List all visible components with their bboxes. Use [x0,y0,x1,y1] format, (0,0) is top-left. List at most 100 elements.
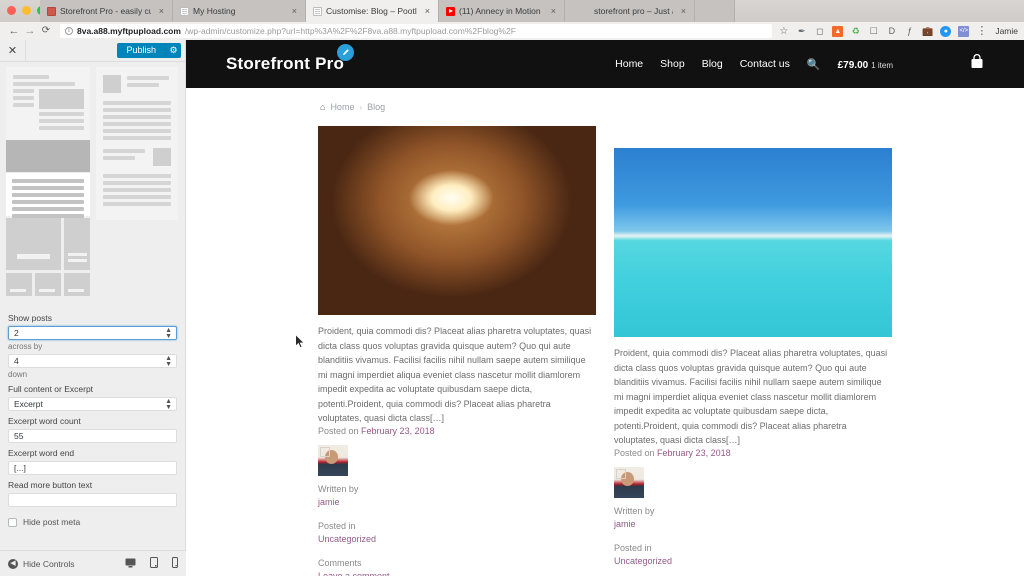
nav-item-shop[interactable]: Shop [660,58,685,70]
tablet-icon[interactable] [150,555,158,573]
browser-tab-active[interactable]: Customise: Blog – Pootlepress × [306,0,439,22]
post-category[interactable]: Uncategorized [318,534,596,544]
device-preview-controls [125,555,178,573]
post-author[interactable]: jamie [614,519,892,529]
breadcrumb-home[interactable]: Home [330,102,354,112]
across-by-value: 4 [14,356,19,366]
minimize-window-button[interactable] [22,6,31,15]
skeleton-card [6,67,90,140]
breadcrumb-current: Blog [367,102,386,112]
content-type-select[interactable]: Excerpt ▲ ▼ [8,397,177,411]
customizer-sidebar: ✕ Publish ⚙ Show posts 2 ▲ ▼ across by 4… [0,39,186,576]
nav-item-home[interactable]: Home [615,58,643,70]
read-more-button-text-input[interactable] [8,493,177,507]
code-icon[interactable]: </> [958,25,970,37]
mobile-icon[interactable] [172,555,178,573]
search-icon[interactable]: 🔍 [807,58,821,71]
field-label-read-more: Read more button text [8,480,93,490]
document-icon [313,6,322,16]
profile-name[interactable]: Jamie [987,26,1018,36]
address-bar[interactable]: i 8va.a88.myftpupload.com/wp-admin/custo… [60,24,773,38]
cart-summary[interactable]: £79.00 1 item [838,55,893,73]
posts-grid: Proident, quia commodi dis? Placeat alia… [186,112,1024,576]
hide-post-meta-checkbox[interactable] [8,517,17,527]
collapse-icon: ◀ [8,558,18,569]
show-posts-select[interactable]: 2 ▲ ▼ [8,326,177,340]
customizer-actions: Publish ⚙ [117,43,185,58]
basket-icon[interactable] [970,54,984,74]
cast-icon[interactable]: ☐ [868,26,879,37]
mouse-cursor [295,334,306,349]
customizer-footer: ◀ Hide Controls [0,550,186,576]
d-icon[interactable]: D [886,26,897,37]
close-icon[interactable]: × [155,6,164,16]
post-card: Proident, quia commodi dis? Placeat alia… [318,126,596,576]
post-featured-image[interactable] [614,148,892,337]
site-logo[interactable]: Storefront Pro [226,44,355,74]
browser-tab[interactable]: (11) Annecy in Motion - 4K - T × [439,0,565,22]
excerpt-word-end-input[interactable]: [...] [8,461,177,475]
post-date-line: Posted on February 23, 2018 [614,448,892,458]
new-tab-button[interactable] [695,0,735,22]
forward-icon[interactable]: → [22,25,38,37]
post-author[interactable]: jamie [318,497,596,507]
cart-item-count: 1 item [871,61,893,70]
star-icon[interactable]: ☆ [778,26,789,37]
layout-preview-skeleton [0,62,185,304]
nav-item-contact-us[interactable]: Contact us [740,58,790,70]
across-by-select[interactable]: 4 ▲ ▼ [8,354,177,368]
post-card: Proident, quia commodi dis? Placeat alia… [614,126,892,576]
skeleton-tiles [6,218,90,270]
skeleton-card [96,67,178,220]
chevron-updown-icon: ▲ ▼ [165,398,172,411]
post-excerpt: Proident, quia commodi dis? Placeat alia… [318,326,592,424]
close-icon[interactable]: × [677,6,686,16]
close-icon[interactable]: × [288,6,297,16]
field-label-word-count: Excerpt word count [8,416,81,426]
pencil-edit-icon[interactable] [337,44,355,61]
post-featured-image[interactable] [318,126,596,315]
browser-tab[interactable]: storefront pro – Just another W × [565,0,695,22]
nav-item-blog[interactable]: Blog [702,58,723,70]
js-icon[interactable]: ƒ [904,26,915,37]
post-date[interactable]: February 23, 2018 [361,426,435,436]
chrome-icon[interactable]: ● [940,25,952,37]
post-category[interactable]: Uncategorized [614,556,892,566]
hide-post-meta-row[interactable]: Hide post meta [8,517,177,527]
camera-icon[interactable]: ◻ [814,26,825,37]
post-date[interactable]: February 23, 2018 [657,448,731,458]
field-sublabel-down: down [8,370,28,379]
browser-tab[interactable]: My Hosting × [173,0,306,22]
chart-icon[interactable]: ▲ [832,25,844,37]
browser-tab[interactable]: Storefront Pro - easily custom × [40,0,173,22]
briefcase-icon[interactable]: 💼 [922,26,933,37]
publish-button[interactable]: Publish [117,43,165,58]
posted-on-label: Posted on [614,448,655,459]
close-icon[interactable]: × [547,6,556,16]
omnibox-bar: ← → ⟳ i 8va.a88.myftpupload.com/wp-admin… [0,22,1024,40]
close-icon[interactable]: × [421,6,430,16]
back-icon[interactable]: ← [6,25,22,37]
home-icon: ⌂ [320,102,326,112]
post-excerpt: Proident, quia commodi dis? Placeat alia… [614,348,888,446]
tab-title: Storefront Pro - easily custom [60,6,151,16]
eyedropper-icon[interactable]: ✒ [796,26,807,37]
tab-strip: Storefront Pro - easily custom × My Host… [0,0,1024,22]
menu-icon[interactable]: ⋮ [976,25,987,37]
site-info-icon[interactable]: i [65,27,73,35]
gear-icon[interactable]: ⚙ [165,43,181,58]
leave-a-comment-link[interactable]: Leave a comment [318,571,596,576]
hide-controls-button[interactable]: ◀ Hide Controls [8,558,75,569]
recycle-icon[interactable]: ♻ [850,26,861,37]
reload-icon[interactable]: ⟳ [38,26,54,36]
breadcrumb: ⌂ Home › Blog [186,88,1024,112]
excerpt-word-count-input[interactable]: 55 [8,429,177,443]
close-window-button[interactable] [7,6,16,15]
tab-title: (11) Annecy in Motion - 4K - T [459,6,543,16]
written-by-label: Written by [614,506,655,517]
comments-label: Comments [318,558,362,569]
close-customizer-button[interactable]: ✕ [0,39,26,62]
excerpt-word-count-value: 55 [14,431,24,441]
browser-chrome: Storefront Pro - easily custom × My Host… [0,0,1024,40]
desktop-icon[interactable] [125,555,136,573]
